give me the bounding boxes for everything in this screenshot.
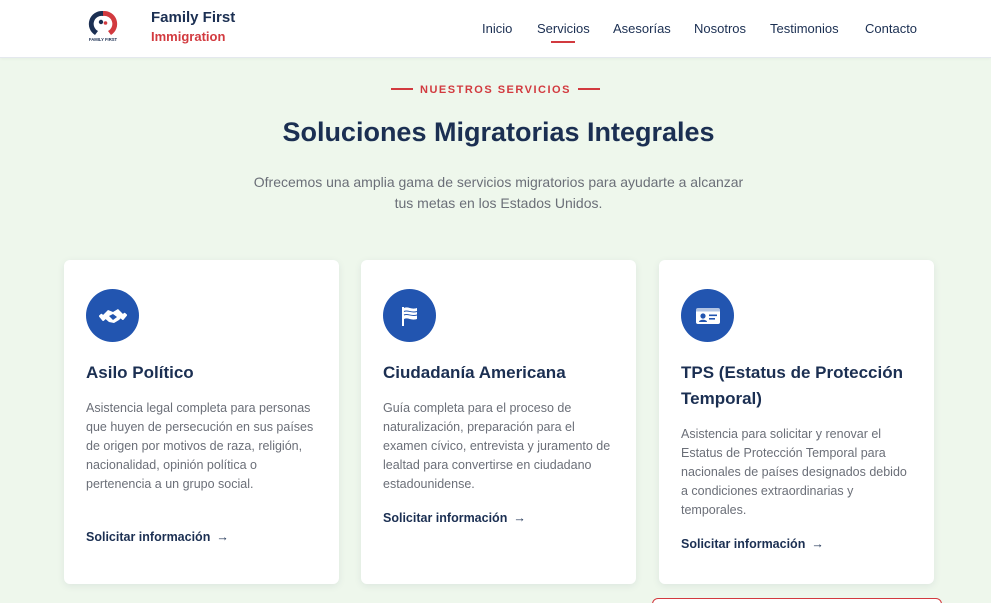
partial-card-edge — [652, 598, 942, 603]
section-title: Soluciones Migratorias Integrales — [282, 117, 715, 147]
service-card-tps: TPS (Estatus de Protección Temporal) Asi… — [659, 260, 934, 584]
eyebrow-line-right — [577, 88, 600, 90]
nav-contacto[interactable]: Contacto — [865, 21, 917, 36]
eyebrow-line-left — [391, 88, 414, 90]
eyebrow-text: NUESTROS SERVICIOS — [420, 84, 571, 96]
request-info-link[interactable]: Solicitar información → — [681, 537, 824, 551]
card-description: Guía completa para el proceso de natural… — [383, 401, 611, 491]
section-subtitle: Ofrecemos una amplia gama de servicios m… — [253, 174, 744, 211]
card-description: Asistencia legal completa para personas … — [86, 401, 314, 491]
card-title: Ciudadanía Americana — [383, 363, 566, 382]
site-header: FAMILY FIRST Family First Immigration In… — [0, 0, 991, 58]
nav-servicios[interactable]: Servicios — [537, 21, 590, 36]
nav-asesorias[interactable]: Asesorías — [613, 21, 671, 36]
request-info-label: Solicitar información — [383, 511, 508, 525]
nav-active-indicator — [551, 41, 575, 43]
nav-testimonios[interactable]: Testimonios — [770, 21, 839, 36]
id-card-icon — [681, 289, 734, 342]
service-card-asilo: Asilo Político Asistencia legal completa… — [64, 260, 339, 584]
nav-nosotros[interactable]: Nosotros — [694, 21, 746, 36]
service-card-ciudadania: Ciudadanía Americana Guía completa para … — [361, 260, 636, 584]
arrow-right-icon: → — [513, 511, 526, 525]
request-info-link[interactable]: Solicitar información → — [86, 530, 229, 544]
flag-icon — [383, 289, 436, 342]
card-title: TPS (Estatus de Protección Temporal) — [681, 363, 903, 408]
arrow-right-icon: → — [216, 530, 229, 544]
brand-name[interactable]: Family First — [151, 9, 235, 26]
logo-text: FAMILY FIRST — [89, 37, 118, 42]
request-info-label: Solicitar información — [86, 530, 211, 544]
card-title: Asilo Político — [86, 363, 194, 382]
request-info-link[interactable]: Solicitar información → — [383, 511, 526, 525]
brand-logo-icon[interactable]: FAMILY FIRST — [86, 9, 120, 45]
arrow-right-icon: → — [811, 537, 824, 551]
brand-subtitle[interactable]: Immigration — [151, 29, 225, 44]
request-info-label: Solicitar información — [681, 537, 806, 551]
card-description: Asistencia para solicitar y renovar el E… — [681, 427, 907, 517]
nav-inicio[interactable]: Inicio — [482, 21, 512, 36]
handshake-icon — [86, 289, 139, 342]
section-eyebrow: NUESTROS SERVICIOS — [0, 84, 991, 96]
